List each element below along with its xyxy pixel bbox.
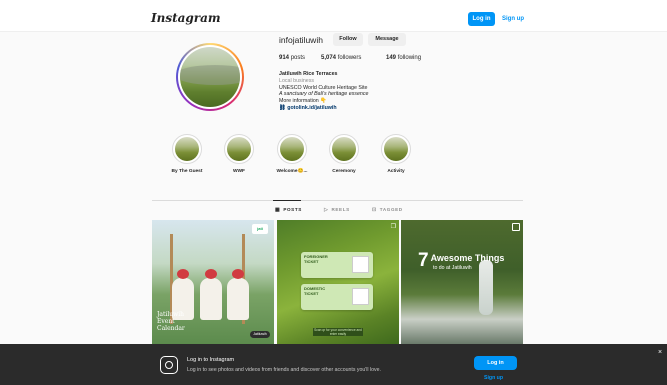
instagram-logo[interactable]: Instagram: [151, 11, 221, 25]
highlight-image: [384, 137, 408, 161]
tabs-divider: [152, 200, 523, 201]
header: Instagram Log in Sign up: [0, 8, 667, 32]
person: [200, 269, 222, 320]
banner-signup-link[interactable]: Sign up: [484, 375, 503, 381]
post-awesome-things[interactable]: 7 Awesome Things to do at Jatiluwih: [401, 220, 523, 344]
person: [227, 269, 249, 320]
follow-button[interactable]: Follow: [333, 33, 363, 46]
post-caption: Scan qr for your convenience and enter e…: [313, 328, 363, 336]
grid-icon: ▦: [275, 207, 281, 213]
profile-bio: Jatiluwih Rice Terraces Local business U…: [279, 71, 479, 112]
bio-link[interactable]: ⛓ gotolink.id/jatiluwih: [279, 105, 479, 112]
login-banner: Log in to Instagram Log in to see photos…: [0, 344, 667, 385]
carousel-icon: ❐: [390, 224, 396, 230]
highlight-image: [332, 137, 356, 161]
top-cropped-text: [0, 0, 667, 8]
highlight-ceremony[interactable]: Ceremony: [322, 134, 366, 174]
post-title: Jatiluwih Event Calendar: [157, 311, 185, 332]
qr-code-icon: [352, 256, 369, 273]
login-button[interactable]: Log in: [468, 12, 495, 26]
active-tab-indicator: [273, 200, 301, 201]
qr-code-icon: [352, 288, 369, 305]
foreigner-ticket: FOREIGNER TICKET: [301, 252, 373, 278]
banner-title: Log in to Instagram: [187, 357, 235, 363]
domestic-ticket: DOMESTIC TICKET: [301, 284, 373, 310]
bio-line-1: UNESCO World Culture Heritage Site: [279, 84, 368, 91]
profile-avatar[interactable]: [176, 43, 244, 111]
post-subtitle: to do at Jatiluwih: [433, 265, 472, 271]
posts-count: 914 posts: [279, 55, 306, 61]
post-event-calendar[interactable]: jati Jatiluwih Event Calendar Jatiluwih: [152, 220, 274, 344]
banner-description: Log in to see photos and videos from fri…: [187, 367, 381, 373]
reels-icon: ▷: [324, 207, 329, 213]
highlight-image: [280, 137, 304, 161]
highlight-activity[interactable]: Activity: [374, 134, 418, 174]
highlight-by-the-guest[interactable]: By The Guest: [165, 134, 209, 174]
bio-line-3: More information 👇: [279, 98, 327, 105]
followers-count[interactable]: 5,074 followers: [321, 55, 361, 61]
bio-category: Local business: [279, 77, 315, 84]
profile-username: infojatiluwih: [279, 35, 323, 45]
tab-reels[interactable]: ▷ REELS: [324, 207, 350, 213]
highlight-wwf[interactable]: WWF: [217, 134, 261, 174]
post-tickets[interactable]: ❐ FOREIGNER TICKET DOMESTIC TICKET Scan …: [277, 220, 399, 344]
waterfall: [479, 260, 493, 315]
brand-logo: jati: [252, 224, 268, 234]
avatar-image: [180, 47, 240, 107]
brand-badge: Jatiluwih: [250, 331, 270, 338]
banner-login-button[interactable]: Log in: [474, 356, 517, 370]
following-count[interactable]: 149 following: [386, 55, 421, 61]
tag-icon: ⊡: [372, 207, 377, 213]
highlight-welcome[interactable]: Welcome😊...: [270, 134, 314, 174]
tab-posts[interactable]: ▦ POSTS: [275, 207, 302, 213]
tab-tagged[interactable]: ⊡ TAGGED: [372, 207, 403, 213]
signup-link[interactable]: Sign up: [502, 12, 524, 26]
highlight-image: [175, 137, 199, 161]
highlight-image: [227, 137, 251, 161]
message-button[interactable]: Message: [368, 33, 406, 46]
close-icon[interactable]: ×: [658, 349, 662, 356]
carousel-icon: [512, 223, 520, 231]
instagram-icon: [160, 356, 178, 374]
bio-name: Jatiluwih Rice Terraces: [279, 71, 338, 77]
post-title: 7 Awesome Things: [418, 250, 505, 271]
